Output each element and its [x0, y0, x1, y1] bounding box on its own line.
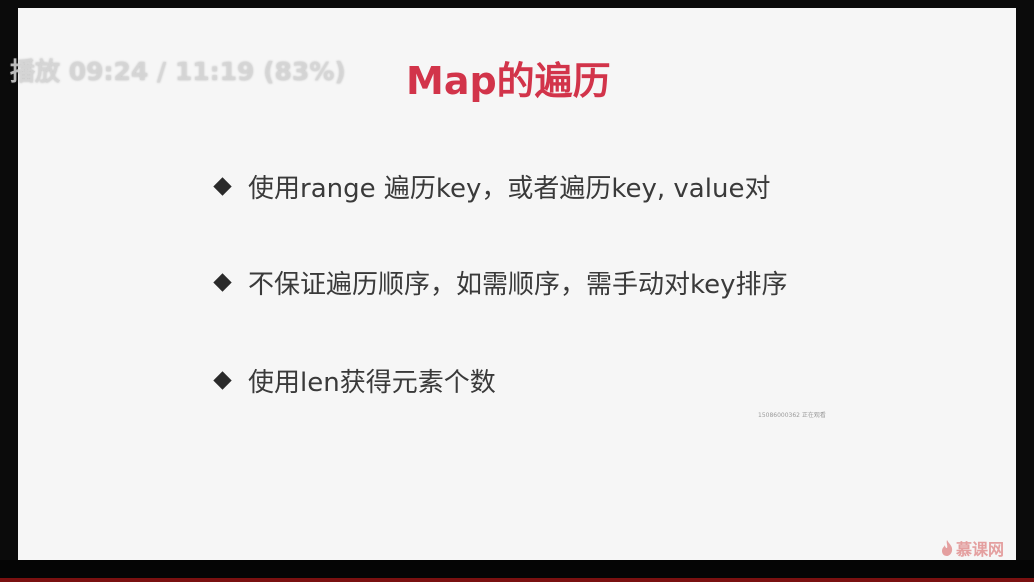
diamond-bullet-icon	[213, 273, 232, 292]
bullet-text: 使用range 遍历key，或者遍历key, value对	[248, 174, 771, 204]
playback-status-overlay: 播放 09:24 / 11:19 (83%)	[10, 57, 346, 86]
bullet-item: 使用range 遍历key，或者遍历key, value对	[212, 168, 770, 205]
diamond-bullet-icon	[213, 177, 232, 196]
brand-name: 慕课网	[956, 540, 1005, 559]
bullet-item: 使用len获得元素个数	[212, 362, 496, 399]
flame-logo-icon	[942, 540, 953, 556]
viewer-watermark: 15086000362 正在观看	[758, 412, 826, 419]
brand-logo: 慕课网	[940, 536, 1004, 560]
bullet-item: 不保证遍历顺序，如需顺序，需手动对key排序	[212, 264, 788, 301]
progress-bar[interactable]	[0, 578, 1034, 582]
slide-title: Map的遍历	[406, 59, 611, 103]
diamond-bullet-icon	[213, 371, 232, 390]
video-frame: 播放 09:24 / 11:19 (83%) Map的遍历 使用range 遍历…	[0, 0, 1034, 582]
bullet-text: 不保证遍历顺序，如需顺序，需手动对key排序	[248, 270, 788, 300]
bullet-text: 使用len获得元素个数	[248, 368, 496, 398]
